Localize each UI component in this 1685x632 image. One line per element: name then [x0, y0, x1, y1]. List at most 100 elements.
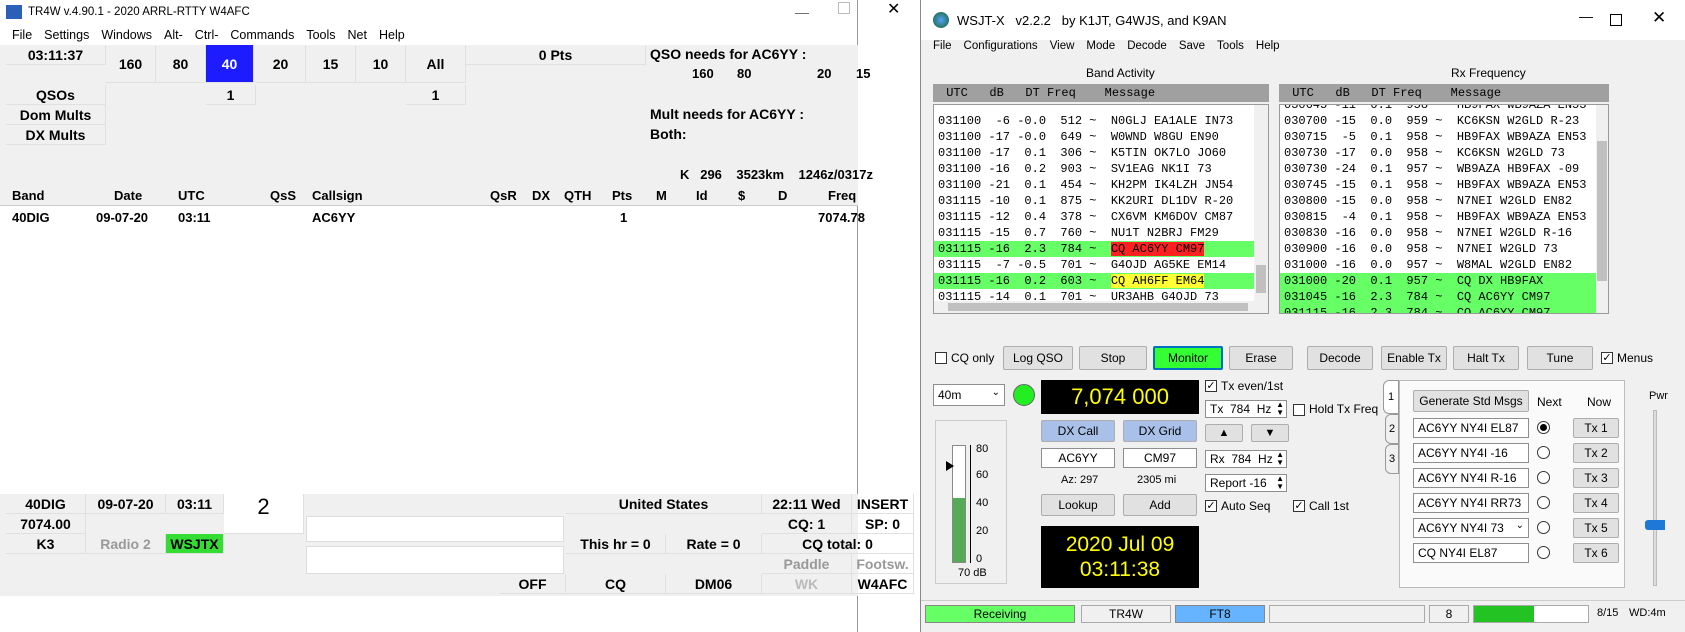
wsjtx-menu-help[interactable]: Help: [1256, 40, 1280, 52]
status-input-2[interactable]: [306, 546, 564, 574]
tx3-now-button[interactable]: Tx 3: [1573, 468, 1619, 488]
tr4w-close-button[interactable]: ✕: [887, 0, 900, 19]
tr4w-menu-tools[interactable]: Tools: [306, 28, 335, 42]
rx-hz-spinbox[interactable]: Rx 784 Hz ▲ ▼: [1205, 450, 1287, 468]
tx5-now-button[interactable]: Tx 5: [1573, 518, 1619, 538]
tx4-message-input[interactable]: AC6YY NY4I RR73: [1413, 493, 1529, 513]
hold-tx-checkbox[interactable]: [1293, 404, 1305, 416]
tx1-message-input[interactable]: AC6YY NY4I EL87: [1413, 418, 1529, 438]
tr4w-band-15[interactable]: 15: [306, 45, 356, 83]
tune-button[interactable]: Tune: [1527, 346, 1593, 370]
lookup-button[interactable]: Lookup: [1041, 494, 1115, 516]
tr4w-band-all[interactable]: All: [406, 45, 466, 83]
band-activity-hscroll-thumb[interactable]: [948, 303, 1248, 311]
tx-hz-spinbox[interactable]: Tx 784 Hz ▲ ▼: [1205, 400, 1287, 418]
monitor-button[interactable]: Monitor: [1153, 346, 1223, 370]
band-activity-line[interactable]: 031115 -7 -0.5 701 ~ G4OJD AG5KE EM14: [934, 257, 1254, 273]
tr4w-menu-file[interactable]: File: [12, 28, 32, 42]
rx-frequency-line[interactable]: 031000 -16 0.0 957 ~ W8MAL W2GLD EN82: [1280, 257, 1596, 273]
band-activity-line[interactable]: 031115 -16 2.3 784 ~ CQ AC6YY CM97: [934, 241, 1254, 257]
wsjtx-menu-view[interactable]: View: [1050, 40, 1075, 52]
band-activity-vscroll[interactable]: [1254, 105, 1268, 301]
rx-frequency-line[interactable]: 030645 -11 0.1 958 ~ HB9FAX WB9AZA EN53: [1280, 105, 1596, 113]
band-activity-line[interactable]: 031100 -21 0.1 454 ~ KH2PM IK4LZH JN54: [934, 177, 1254, 193]
rx-frequency-line[interactable]: 030800 -15 0.0 958 ~ N7NEI W2GLD EN82: [1280, 193, 1596, 209]
generate-std-msgs-button[interactable]: Generate Std Msgs: [1413, 390, 1529, 412]
tx2-next-radio[interactable]: [1537, 446, 1550, 459]
freq-down-button[interactable]: ▼: [1251, 424, 1289, 442]
rx-frequency-vscroll[interactable]: [1596, 105, 1608, 313]
rx-frequency-line[interactable]: 030745 -15 0.1 958 ~ HB9FAX WB9AZA EN53: [1280, 177, 1596, 193]
dx-call-button[interactable]: DX Call: [1041, 420, 1115, 442]
enable-tx-button[interactable]: Enable Tx: [1381, 346, 1447, 370]
band-activity-line[interactable]: 031115 -15 0.7 760 ~ NU1T N2BRJ FM29: [934, 225, 1254, 241]
decode-button[interactable]: Decode: [1307, 346, 1373, 370]
report-spinbox[interactable]: Report -16 ▲ ▼: [1205, 474, 1287, 492]
tr4w-menu-ctrl[interactable]: Ctrl-: [195, 28, 219, 42]
freq-up-button[interactable]: ▲: [1205, 424, 1243, 442]
band-activity-line[interactable]: 031115 -12 0.4 378 ~ CX6VM KM6DOV CM87: [934, 209, 1254, 225]
tr4w-menu-commands[interactable]: Commands: [230, 28, 294, 42]
wsjtx-maximize-button[interactable]: [1610, 14, 1622, 26]
log-qso-button[interactable]: Log QSO: [1003, 346, 1073, 370]
rx-frequency-line[interactable]: 031115 -16 2.3 784 ~ CQ AC6YY CM97: [1280, 305, 1596, 313]
tx1-next-radio[interactable]: [1537, 421, 1550, 434]
dx-call-input[interactable]: AC6YY: [1041, 448, 1115, 468]
tr4w-band-20[interactable]: 20: [256, 45, 306, 83]
rx-frequency-line[interactable]: 030900 -16 0.0 958 ~ N7NEI W2GLD 73: [1280, 241, 1596, 257]
rx-frequency-line[interactable]: 031045 -16 2.3 784 ~ CQ AC6YY CM97: [1280, 289, 1596, 305]
band-activity-line[interactable]: 031100 -17 -0.0 649 ~ W0WND W8GU EN90: [934, 129, 1254, 145]
band-activity-line[interactable]: 031100 -16 0.2 903 ~ SV1EAG NK1I 73: [934, 161, 1254, 177]
rx-frequency-line[interactable]: 030730 -17 0.0 958 ~ KC6KSN W2GLD 73: [1280, 145, 1596, 161]
tr4w-menu-windows[interactable]: Windows: [101, 28, 152, 42]
wsjtx-minimize-button[interactable]: —: [1579, 8, 1593, 24]
tr4w-band-10[interactable]: 10: [356, 45, 406, 83]
pwr-slider-handle[interactable]: [1645, 520, 1665, 530]
band-activity-line[interactable]: 031100 -17 0.1 306 ~ K5TIN OK7LO JO60: [934, 145, 1254, 161]
band-activity-line[interactable]: 031115 -10 0.1 875 ~ KK2URI DL1DV R-20: [934, 193, 1254, 209]
tx4-now-button[interactable]: Tx 4: [1573, 493, 1619, 513]
rx-frequency-line[interactable]: 030815 -4 0.1 958 ~ HB9FAX WB9AZA EN53: [1280, 209, 1596, 225]
band-activity-line[interactable]: 031115 -16 0.2 603 ~ CQ AH6FF EM64: [934, 273, 1254, 289]
add-button[interactable]: Add: [1123, 494, 1197, 516]
tr4w-minimize-button[interactable]: —: [795, 4, 809, 20]
tab-3[interactable]: 3: [1385, 444, 1399, 474]
tab-2[interactable]: 2: [1385, 414, 1399, 444]
tx5-message-input[interactable]: AC6YY NY4I 73 ⌄: [1413, 518, 1529, 538]
menus-checkbox[interactable]: ✓: [1601, 352, 1613, 364]
rx-frequency-pane[interactable]: 030645 -11 0.1 958 ~ HB9FAX WB9AZA EN53 0…: [1279, 104, 1609, 314]
status-insert[interactable]: INSERT: [852, 494, 914, 514]
tr4w-menu-settings[interactable]: Settings: [44, 28, 89, 42]
wsjtx-menu-save[interactable]: Save: [1179, 40, 1205, 52]
call-1st-checkbox[interactable]: ✓: [1293, 500, 1305, 512]
rx-frequency-line[interactable]: 030730 -24 0.1 957 ~ WB9AZA HB9FAX -09: [1280, 161, 1596, 177]
wsjtx-menu-mode[interactable]: Mode: [1086, 40, 1115, 52]
status-radio2[interactable]: Radio 2: [86, 534, 166, 554]
wsjtx-menu-configurations[interactable]: Configurations: [964, 40, 1038, 52]
tr4w-band-80[interactable]: 80: [156, 45, 206, 83]
tx1-now-button[interactable]: Tx 1: [1573, 418, 1619, 438]
tr4w-log-row[interactable]: 40DIG 09-07-20 03:11 AC6YY 1 7074.78: [0, 208, 865, 228]
rx-frequency-line[interactable]: 030715 -5 0.1 958 ~ HB9FAX WB9AZA EN53: [1280, 129, 1596, 145]
tr4w-menu-net[interactable]: Net: [348, 28, 367, 42]
tx4-next-radio[interactable]: [1537, 496, 1550, 509]
halt-tx-button[interactable]: Halt Tx: [1453, 346, 1519, 370]
wsjtx-close-button[interactable]: ✕: [1652, 8, 1666, 28]
tx-even-checkbox[interactable]: ✓: [1205, 380, 1217, 392]
stop-button[interactable]: Stop: [1079, 346, 1147, 370]
dx-grid-button[interactable]: DX Grid: [1123, 420, 1197, 442]
wsjtx-menu-decode[interactable]: Decode: [1127, 40, 1167, 52]
cq-only-checkbox[interactable]: [935, 352, 947, 364]
rx-frequency-vscroll-thumb[interactable]: [1597, 141, 1607, 281]
band-activity-line[interactable]: 031100 -6 -0.0 512 ~ N0GLJ EA1ALE IN73: [934, 113, 1254, 129]
tx5-next-radio[interactable]: [1537, 521, 1550, 534]
status-input-1[interactable]: [306, 516, 564, 542]
band-activity-hscroll[interactable]: [934, 301, 1268, 313]
dx-grid-input[interactable]: CM97: [1123, 448, 1197, 468]
wsjtx-menu-tools[interactable]: Tools: [1217, 40, 1244, 52]
rx-frequency-line[interactable]: 030700 -15 0.0 959 ~ KC6KSN W2GLD R-23: [1280, 113, 1596, 129]
tr4w-maximize-button[interactable]: [838, 2, 850, 14]
tr4w-menu-alt[interactable]: Alt-: [164, 28, 183, 42]
tr4w-band-40[interactable]: 40: [206, 45, 254, 83]
tab-1[interactable]: 1: [1383, 380, 1399, 414]
